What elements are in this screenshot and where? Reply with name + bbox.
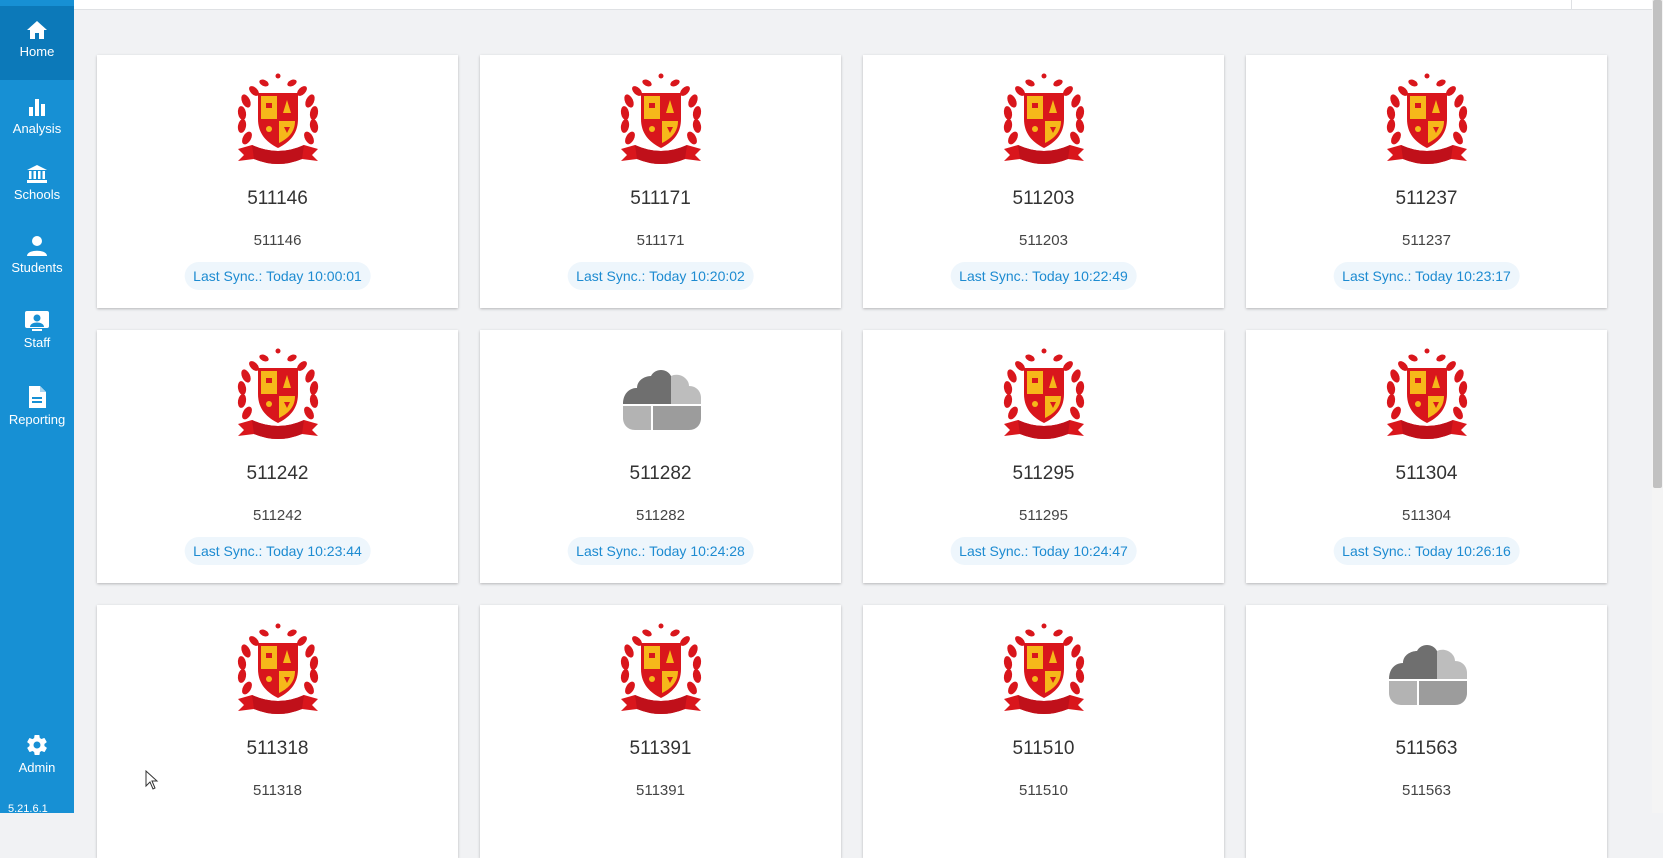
school-title: 511295 bbox=[1012, 463, 1075, 484]
scrollbar-track[interactable] bbox=[1652, 0, 1663, 813]
school-card[interactable]: 511282 511282 Last Sync.: Today 10:24:28 bbox=[480, 330, 841, 583]
school-logo bbox=[232, 346, 324, 442]
school-card[interactable]: 511318 511318 bbox=[97, 605, 458, 858]
school-card[interactable]: 511146 511146 Last Sync.: Today 10:00:01 bbox=[97, 55, 458, 308]
school-logo bbox=[998, 621, 1090, 717]
school-crest-logo bbox=[620, 623, 702, 714]
school-title: 511242 bbox=[246, 463, 309, 484]
top-bar-divider bbox=[1571, 0, 1572, 9]
school-card[interactable]: 511242 511242 Last Sync.: Today 10:23:44 bbox=[97, 330, 458, 583]
sidebar-item-label: Analysis bbox=[12, 121, 62, 136]
school-code: 511242 bbox=[253, 507, 302, 524]
school-title: 511304 bbox=[1395, 463, 1458, 484]
school-crest-logo bbox=[237, 73, 319, 164]
school-card[interactable]: 511237 511237 Last Sync.: Today 10:23:17 bbox=[1246, 55, 1607, 308]
school-logo bbox=[615, 346, 707, 442]
school-logo bbox=[232, 71, 324, 167]
school-code: 511282 bbox=[636, 507, 685, 524]
top-bar bbox=[74, 0, 1652, 10]
school-crest-logo bbox=[1003, 348, 1085, 439]
school-card[interactable]: 511295 511295 Last Sync.: Today 10:24:47 bbox=[863, 330, 1224, 583]
last-sync-badge: Last Sync.: Today 10:23:44 bbox=[184, 537, 371, 565]
last-sync-badge: Last Sync.: Today 10:24:28 bbox=[567, 537, 754, 565]
institution-icon bbox=[27, 165, 47, 183]
school-card[interactable]: 511304 511304 Last Sync.: Today 10:26:16 bbox=[1246, 330, 1607, 583]
school-code: 511304 bbox=[1402, 507, 1451, 524]
school-code: 511237 bbox=[1402, 232, 1451, 249]
school-code: 511295 bbox=[1019, 507, 1068, 524]
school-logo bbox=[1381, 71, 1473, 167]
sidebar-item-analysis[interactable]: Analysis bbox=[0, 96, 74, 136]
school-code: 511510 bbox=[1019, 782, 1068, 799]
mouse-cursor-icon bbox=[145, 770, 159, 790]
version-label: 5.21.6.1 bbox=[8, 803, 48, 815]
sidebar-item-staff[interactable]: Staff bbox=[0, 310, 74, 350]
school-code: 511146 bbox=[253, 232, 302, 249]
school-code: 511563 bbox=[1402, 782, 1451, 799]
school-title: 511318 bbox=[246, 738, 309, 759]
sidebar-item-home[interactable]: Home bbox=[0, 6, 74, 80]
bar-chart-icon bbox=[29, 99, 45, 116]
school-title: 511563 bbox=[1395, 738, 1458, 759]
last-sync-badge: Last Sync.: Today 10:20:02 bbox=[567, 262, 754, 290]
school-crest-logo bbox=[620, 73, 702, 164]
school-card[interactable]: 511563 511563 bbox=[1246, 605, 1607, 858]
staff-icon bbox=[25, 311, 49, 331]
school-title: 511171 bbox=[630, 188, 691, 209]
school-logo bbox=[615, 621, 707, 717]
home-icon bbox=[27, 21, 47, 39]
last-sync-badge: Last Sync.: Today 10:00:01 bbox=[184, 262, 371, 290]
last-sync-badge: Last Sync.: Today 10:26:16 bbox=[1333, 537, 1520, 565]
school-title: 511391 bbox=[629, 738, 692, 759]
school-card[interactable]: 511391 511391 bbox=[480, 605, 841, 858]
school-title: 511146 bbox=[247, 188, 308, 209]
school-crest-logo bbox=[1003, 623, 1085, 714]
school-code: 511171 bbox=[636, 232, 685, 249]
gear-icon bbox=[27, 735, 47, 756]
scrollbar-thumb[interactable] bbox=[1653, 0, 1662, 488]
last-sync-badge: Last Sync.: Today 10:23:17 bbox=[1333, 262, 1520, 290]
school-title: 511203 bbox=[1012, 188, 1075, 209]
sidebar-item-schools[interactable]: Schools bbox=[0, 164, 74, 202]
sidebar: Home Analysis Schools Students Staff Rep… bbox=[0, 0, 74, 815]
school-logo bbox=[232, 621, 324, 717]
sidebar-item-label: Admin bbox=[18, 760, 56, 775]
school-code: 511391 bbox=[636, 782, 685, 799]
school-title: 511510 bbox=[1012, 738, 1075, 759]
sidebar-item-label: Reporting bbox=[8, 412, 66, 427]
last-sync-badge: Last Sync.: Today 10:24:47 bbox=[950, 537, 1137, 565]
school-code: 511203 bbox=[1019, 232, 1068, 249]
last-sync-badge: Last Sync.: Today 10:22:49 bbox=[950, 262, 1137, 290]
person-icon bbox=[27, 236, 47, 256]
school-card[interactable]: 511171 511171 Last Sync.: Today 10:20:02 bbox=[480, 55, 841, 308]
sidebar-item-admin[interactable]: Admin bbox=[0, 733, 74, 775]
sidebar-item-reporting[interactable]: Reporting bbox=[0, 385, 74, 427]
cloud-placeholder-logo bbox=[623, 370, 701, 430]
sidebar-item-label: Home bbox=[19, 44, 55, 59]
school-logo bbox=[998, 346, 1090, 442]
school-crest-logo bbox=[1386, 73, 1468, 164]
cloud-placeholder-logo bbox=[1389, 645, 1467, 705]
sidebar-item-label: Students bbox=[11, 260, 63, 275]
sidebar-item-students[interactable]: Students bbox=[0, 235, 74, 275]
school-crest-logo bbox=[1003, 73, 1085, 164]
school-logo bbox=[1381, 346, 1473, 442]
school-logo bbox=[998, 71, 1090, 167]
sidebar-item-label: Schools bbox=[13, 187, 61, 202]
school-crest-logo bbox=[237, 348, 319, 439]
school-crest-logo bbox=[237, 623, 319, 714]
school-card[interactable]: 511510 511510 bbox=[863, 605, 1224, 858]
school-logo bbox=[615, 71, 707, 167]
school-logo bbox=[1381, 621, 1473, 717]
sidebar-item-label: Staff bbox=[23, 335, 51, 350]
school-title: 511237 bbox=[1395, 188, 1458, 209]
document-icon bbox=[29, 386, 46, 408]
school-crest-logo bbox=[1386, 348, 1468, 439]
school-title: 511282 bbox=[629, 463, 692, 484]
school-card[interactable]: 511203 511203 Last Sync.: Today 10:22:49 bbox=[863, 55, 1224, 308]
